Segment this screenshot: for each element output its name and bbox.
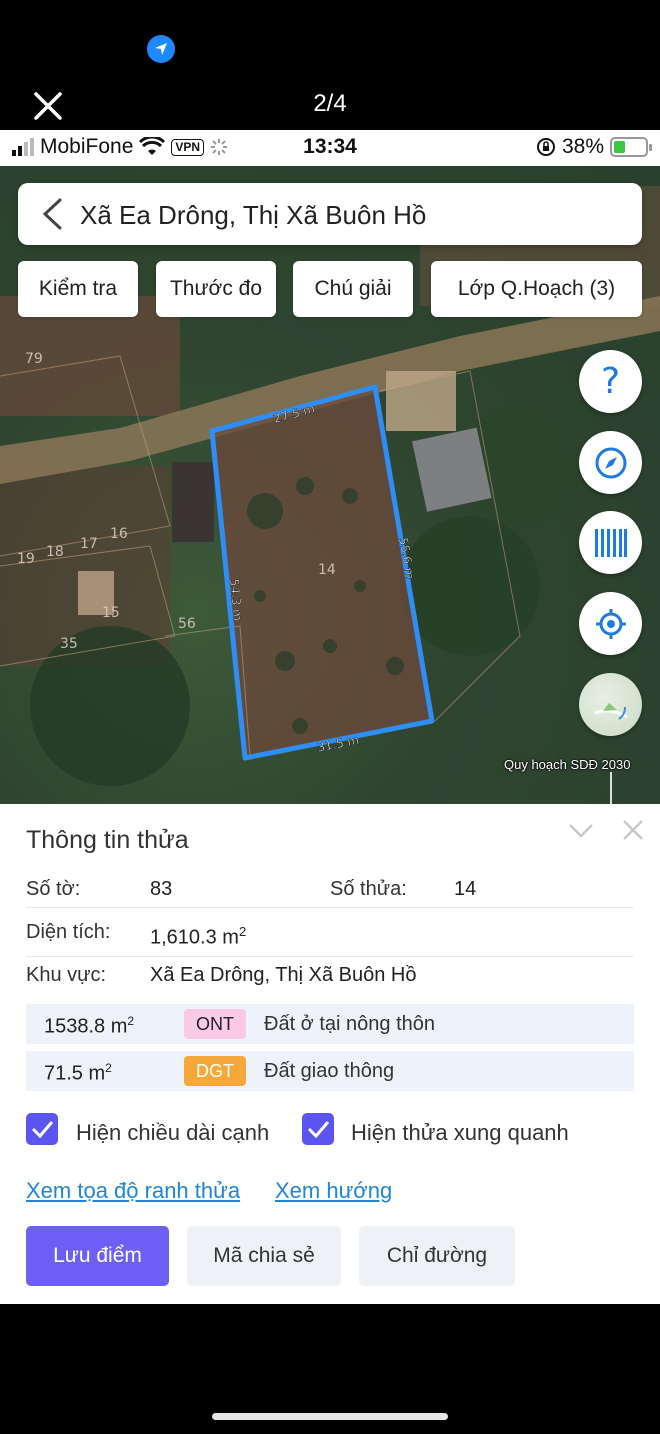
viewer-header: 2/4 bbox=[0, 0, 660, 130]
compass-button[interactable] bbox=[579, 431, 642, 494]
parcel-number: 16 bbox=[110, 526, 128, 542]
battery-icon bbox=[610, 137, 652, 157]
dien-tich-value: 1,610.3 m2 bbox=[150, 924, 247, 949]
locate-button[interactable] bbox=[579, 592, 642, 655]
parcel-number: 14 bbox=[318, 562, 336, 578]
map-toolbar: Kiểm tra Thước đo Chú giải Lớp Q.Hoạch (… bbox=[18, 261, 642, 317]
show-edge-length-label[interactable]: Hiện chiều dài cạnh bbox=[76, 1120, 269, 1146]
land-use-code-badge: DGT bbox=[184, 1056, 246, 1086]
show-edge-length-checkbox[interactable] bbox=[26, 1113, 58, 1145]
divider bbox=[26, 956, 634, 957]
so-thua-value: 14 bbox=[454, 878, 477, 900]
parcel-number: 19 bbox=[17, 551, 35, 567]
view-coordinates-link[interactable]: Xem tọa độ ranh thửa bbox=[26, 1178, 240, 1204]
show-neighbors-checkbox[interactable] bbox=[302, 1113, 334, 1145]
chip-kiem-tra[interactable]: Kiểm tra bbox=[18, 261, 138, 317]
chip-chu-giai[interactable]: Chú giải bbox=[293, 261, 413, 317]
map-thumbnail[interactable] bbox=[579, 673, 642, 736]
parcel-number: 79 bbox=[25, 351, 43, 367]
back-chevron-icon[interactable] bbox=[38, 197, 68, 231]
location-title: Xã Ea Drông, Thị Xã Buôn Hồ bbox=[80, 200, 427, 230]
compass-icon bbox=[595, 447, 626, 478]
parcel-number: 18 bbox=[46, 544, 64, 560]
save-point-button[interactable]: Lưu điểm bbox=[26, 1226, 169, 1286]
parcel-number: 56 bbox=[178, 616, 196, 632]
barcode-icon bbox=[594, 528, 627, 557]
land-use-code-badge: ONT bbox=[184, 1009, 246, 1039]
parcel-number: 15 bbox=[102, 605, 120, 621]
barcode-button[interactable] bbox=[579, 511, 642, 574]
chevron-down-icon[interactable] bbox=[568, 821, 594, 841]
khu-vuc-label: Khu vực: bbox=[26, 964, 107, 986]
land-use-row: 1538.8 m2 ONT Đất ở tại nông thôn bbox=[26, 1004, 634, 1044]
land-use-desc: Đất ở tại nông thôn bbox=[264, 1013, 436, 1035]
directions-button[interactable]: Chỉ đường bbox=[359, 1226, 515, 1286]
help-button[interactable]: ? bbox=[579, 350, 642, 413]
khu-vuc-value: Xã Ea Drông, Thị Xã Buôn Hồ bbox=[150, 964, 417, 986]
land-use-row: 71.5 m2 DGT Đất giao thông bbox=[26, 1051, 634, 1091]
search-bar[interactable]: Xã Ea Drông, Thị Xã Buôn Hồ bbox=[18, 183, 642, 245]
parcel-info-panel: Thông tin thửa Số tờ: 83 Số thửa: 14 Diệ… bbox=[0, 804, 660, 1304]
help-icon: ? bbox=[600, 361, 621, 402]
so-thua-label: Số thửa: bbox=[330, 878, 407, 900]
share-code-button[interactable]: Mã chia sẻ bbox=[187, 1226, 341, 1286]
panel-title: Thông tin thửa bbox=[26, 826, 189, 854]
land-use-desc: Đất giao thông bbox=[264, 1060, 395, 1082]
chip-lop-quy-hoach[interactable]: Lớp Q.Hoạch (3) bbox=[431, 261, 642, 317]
parcel-number: 35 bbox=[60, 636, 78, 652]
map-layer-caption: Quy hoạch SDĐ 2030 bbox=[504, 757, 631, 772]
caption-divider bbox=[610, 772, 612, 804]
land-use-area: 1538.8 m2 bbox=[44, 1014, 135, 1038]
so-to-value: 83 bbox=[150, 878, 173, 900]
chip-thuoc-do[interactable]: Thước đo bbox=[156, 261, 276, 317]
divider bbox=[26, 907, 634, 908]
image-counter: 2/4 bbox=[313, 90, 347, 117]
view-direction-link[interactable]: Xem hướng bbox=[275, 1178, 392, 1204]
close-icon[interactable] bbox=[622, 819, 644, 841]
home-indicator bbox=[212, 1413, 448, 1420]
show-neighbors-label[interactable]: Hiện thửa xung quanh bbox=[351, 1120, 569, 1146]
location-arrow-icon bbox=[147, 35, 175, 63]
rotation-lock-icon bbox=[536, 138, 555, 156]
parcel-number: 17 bbox=[80, 536, 98, 552]
status-bar: MobiFone VPN 13:34 38% bbox=[0, 130, 660, 166]
battery-percent: 38% bbox=[561, 135, 604, 158]
land-use-area: 71.5 m2 bbox=[44, 1061, 112, 1085]
dien-tich-label: Diện tích: bbox=[26, 921, 111, 943]
so-to-label: Số tờ: bbox=[26, 878, 81, 900]
locate-icon bbox=[595, 608, 626, 639]
satellite-map[interactable]: 27.5 m 55.6 m 54.3 m 31.5 m 79 14 19 18 … bbox=[0, 166, 660, 804]
